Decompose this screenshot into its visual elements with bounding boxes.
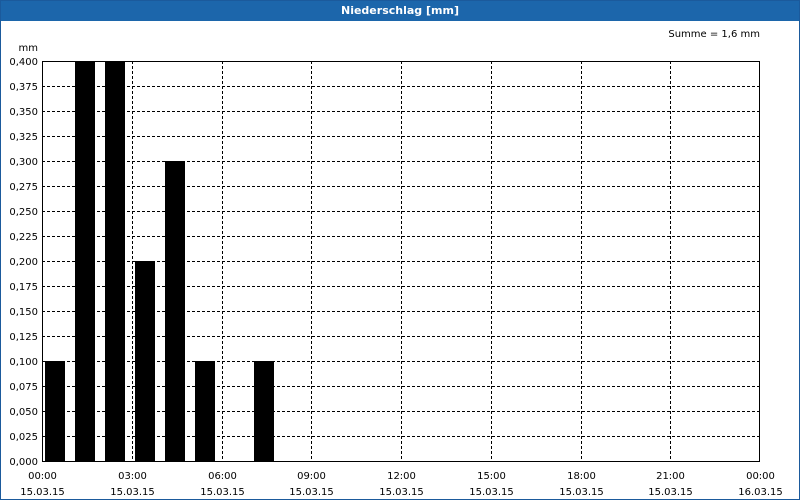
y-tick-label: 0,325: [9, 132, 38, 143]
y-tick-label: 0,275: [9, 182, 38, 193]
y-tick-label: 0,025: [9, 432, 38, 443]
y-tick-label: 0,000: [9, 457, 38, 468]
x-tick-date: 15.03.15: [200, 487, 245, 498]
y-tick-label: 0,300: [9, 157, 38, 168]
x-tick-date: 15.03.15: [110, 487, 155, 498]
precip-bar: [45, 361, 65, 461]
y-tick-label: 0,375: [9, 82, 38, 93]
x-tick-time: 06:00: [208, 471, 237, 482]
y-tick-label: 0,125: [9, 332, 38, 343]
chart-window: Niederschlag [mm] 0,000 0,025 0,050 0,075 0,…: [0, 0, 800, 500]
x-tick-time: 15:00: [477, 471, 506, 482]
x-tick-date: 15.03.15: [20, 487, 65, 498]
precip-bar: [135, 261, 155, 461]
x-tick-date: 15.03.15: [379, 487, 424, 498]
precipitation-chart: 0,000 0,025 0,050 0,075 0,100 0,125 0,150 0,175…: [9, 29, 783, 498]
y-tick-label: 0,075: [9, 382, 38, 393]
precip-bar: [254, 361, 274, 461]
sum-annotation: Summe = 1,6 mm: [668, 29, 760, 40]
x-tick-date: 16.03.15: [738, 487, 783, 498]
y-tick-label: 0,100: [9, 357, 38, 368]
x-tick-date: 15.03.15: [289, 487, 334, 498]
x-tick-date: 15.03.15: [559, 487, 604, 498]
y-tick-label: 0,250: [9, 207, 38, 218]
x-tick-time: 00:00: [746, 471, 775, 482]
precip-bar: [165, 161, 185, 461]
precip-bar: [75, 61, 95, 461]
y-tick-label: 0,225: [9, 232, 38, 243]
x-tick-time: 09:00: [297, 471, 326, 482]
precip-bar: [195, 361, 215, 461]
y-tick-label: 0,150: [9, 307, 38, 318]
x-tick-date: 15.03.15: [648, 487, 693, 498]
x-tick-time: 03:00: [118, 471, 147, 482]
y-axis-label: mm: [19, 43, 38, 54]
x-tick-time: 18:00: [567, 471, 596, 482]
y-tick-label: 0,350: [9, 107, 38, 118]
x-tick-date: 15.03.15: [469, 487, 514, 498]
y-tick-label: 0,200: [9, 257, 38, 268]
y-tick-label: 0,050: [9, 407, 38, 418]
y-tick-label: 0,175: [9, 282, 38, 293]
x-tick-time: 00:00: [28, 471, 57, 482]
x-tick-time: 21:00: [656, 471, 685, 482]
precip-bar: [105, 61, 125, 461]
y-tick-label: 0,400: [9, 57, 38, 68]
x-tick-time: 12:00: [387, 471, 416, 482]
